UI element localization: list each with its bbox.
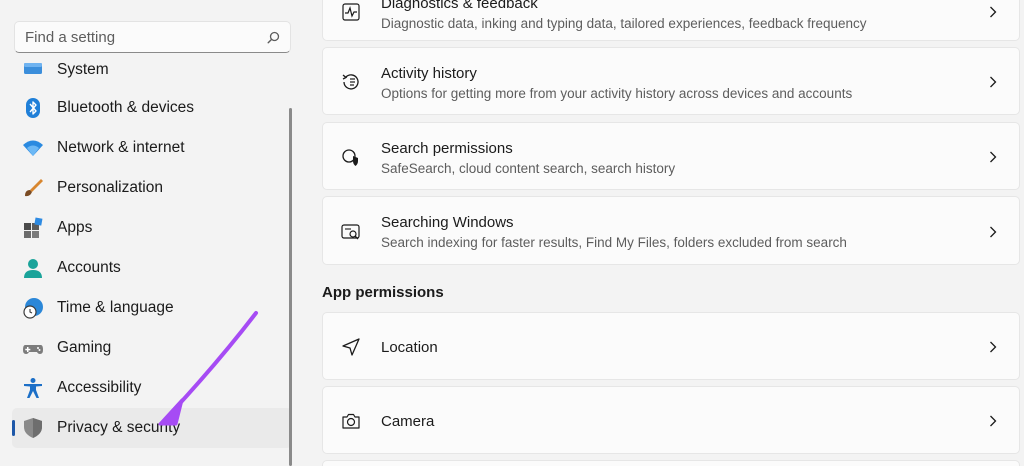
- brush-icon: [22, 177, 44, 199]
- card-title: Diagnostics & feedback: [381, 0, 538, 12]
- search-icon[interactable]: [266, 30, 280, 44]
- card-title: Searching Windows: [381, 214, 514, 231]
- card-search-permissions[interactable]: Search permissions SafeSearch, cloud con…: [322, 122, 1020, 190]
- card-title: Activity history: [381, 65, 477, 82]
- chevron-right-icon: [989, 75, 1001, 89]
- sidebar-item-accounts[interactable]: Accounts: [12, 248, 292, 288]
- sidebar-item-system[interactable]: System: [12, 52, 292, 88]
- card-text: Searching Windows Search indexing for fa…: [381, 213, 847, 252]
- sidebar-item-personalization[interactable]: Personalization: [12, 168, 292, 208]
- sidebar-item-time-language[interactable]: Time & language: [12, 288, 292, 328]
- card-next-partial[interactable]: [322, 460, 1020, 466]
- card-diagnostics-feedback[interactable]: Diagnostics & feedback Diagnostic data, …: [322, 0, 1020, 41]
- chevron-right-icon: [989, 225, 1001, 239]
- card-description: Search indexing for faster results, Find…: [381, 235, 847, 250]
- card-text: Diagnostics & feedback Diagnostic data, …: [381, 0, 867, 33]
- sidebar-item-bluetooth[interactable]: Bluetooth & devices: [12, 88, 292, 128]
- card-camera[interactable]: Camera: [322, 386, 1020, 454]
- card-searching-windows[interactable]: Searching Windows Search indexing for fa…: [322, 196, 1020, 265]
- card-title: Camera: [381, 413, 435, 430]
- sidebar-item-label: Privacy & security: [57, 419, 181, 436]
- chevron-right-icon: [989, 414, 1001, 428]
- search-windows-icon: [340, 221, 362, 243]
- nav-list: System Bluetooth & devices Network & int…: [12, 56, 292, 448]
- sidebar-item-apps[interactable]: Apps: [12, 208, 292, 248]
- card-text: Activity history Options for getting mor…: [381, 64, 852, 103]
- card-text: Camera: [381, 412, 434, 432]
- card-title: Search permissions: [381, 140, 513, 157]
- card-activity-history[interactable]: Activity history Options for getting mor…: [322, 47, 1020, 115]
- sidebar-item-network[interactable]: Network & internet: [12, 128, 292, 168]
- search-shield-icon: [340, 146, 362, 168]
- sidebar: System Bluetooth & devices Network & int…: [0, 0, 300, 466]
- sidebar-item-label: Accounts: [57, 259, 121, 276]
- shield-icon: [22, 417, 44, 439]
- card-location[interactable]: Location: [322, 312, 1020, 380]
- bluetooth-icon: [22, 97, 44, 119]
- sidebar-item-gaming[interactable]: Gaming: [12, 328, 292, 368]
- system-icon: [22, 59, 44, 81]
- search-input[interactable]: [25, 28, 266, 46]
- diagnostics-icon: [340, 1, 362, 23]
- sidebar-item-label: Personalization: [57, 179, 163, 196]
- sidebar-item-label: Network & internet: [57, 139, 185, 156]
- card-text: Search permissions SafeSearch, cloud con…: [381, 139, 675, 178]
- sidebar-scrollbar[interactable]: [289, 108, 292, 466]
- sidebar-item-label: Accessibility: [57, 379, 142, 396]
- chevron-right-icon: [989, 340, 1001, 354]
- accessibility-icon: [22, 377, 44, 399]
- sidebar-item-privacy-security[interactable]: Privacy & security: [12, 408, 292, 448]
- search-box[interactable]: [14, 21, 291, 53]
- gamepad-icon: [22, 337, 44, 359]
- chevron-right-icon: [989, 5, 1001, 19]
- sidebar-item-label: Bluetooth & devices: [57, 99, 195, 116]
- card-text: Location: [381, 338, 438, 358]
- apps-icon: [22, 217, 44, 239]
- camera-icon: [340, 410, 362, 432]
- card-description: Options for getting more from your activ…: [381, 86, 853, 101]
- sidebar-item-label: Gaming: [57, 339, 112, 356]
- section-header-app-permissions: App permissions: [322, 284, 444, 301]
- sidebar-item-label: Time & language: [57, 299, 174, 316]
- card-title: Location: [381, 339, 438, 356]
- card-description: SafeSearch, cloud content search, search…: [381, 161, 676, 176]
- person-icon: [22, 257, 44, 279]
- globe-clock-icon: [22, 297, 44, 319]
- history-icon: [340, 71, 362, 93]
- wifi-icon: [22, 137, 44, 159]
- card-description: Diagnostic data, inking and typing data,…: [381, 16, 867, 31]
- sidebar-item-label: System: [57, 61, 109, 78]
- chevron-right-icon: [989, 150, 1001, 164]
- location-icon: [340, 336, 362, 358]
- sidebar-item-label: Apps: [57, 219, 93, 236]
- sidebar-item-accessibility[interactable]: Accessibility: [12, 368, 292, 408]
